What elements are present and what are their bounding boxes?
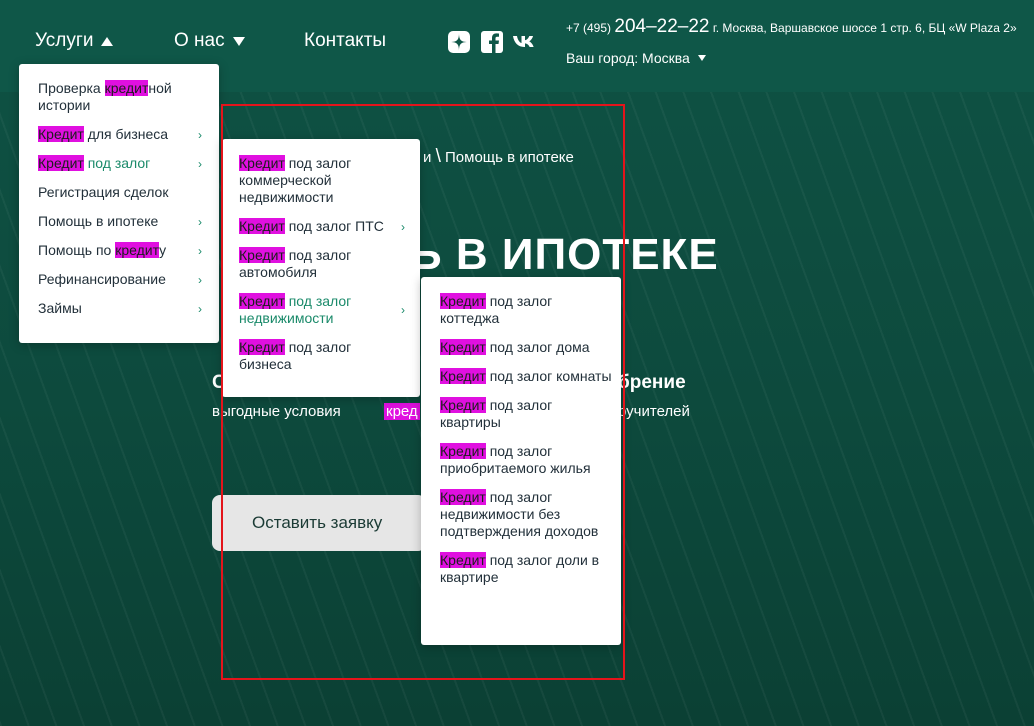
city-label: Ваш город: Москва [566, 50, 690, 66]
menu-item-text: под залог [83, 155, 151, 171]
feature-2-text: ручителей [618, 403, 690, 420]
services-dropdown: Проверка кредитной истории Кредит для би… [19, 64, 219, 343]
search-highlight: кредит [104, 80, 149, 96]
menu-item-room[interactable]: Кредит под залог комнаты [440, 368, 612, 385]
menu-item-deal-registration[interactable]: Регистрация сделок [38, 184, 208, 201]
facebook-icon[interactable] [480, 30, 504, 54]
menu-item-refinancing[interactable]: Рефинансирование › [38, 271, 208, 288]
search-highlight: Кредит [440, 489, 486, 505]
menu-item-car[interactable]: Кредит под залог автомобиля [239, 247, 411, 281]
vk-icon[interactable] [512, 30, 536, 54]
chevron-right-icon: › [401, 303, 405, 317]
chevron-right-icon: › [198, 157, 202, 171]
nav-about-label: О нас [174, 30, 225, 51]
menu-item-house[interactable]: Кредит под залог дома [440, 339, 612, 356]
menu-item-apartment-share[interactable]: Кредит под залог доли в квартире [440, 552, 612, 586]
contact-line: +7 (495) 204–22–22 г. Москва, Варшавское… [566, 16, 1017, 38]
menu-item-text: под залог комнаты [485, 368, 612, 384]
breadcrumb: и \ Помощь в ипотеке [423, 146, 574, 168]
chevron-right-icon: › [198, 215, 202, 229]
chevron-right-icon: › [198, 273, 202, 287]
menu-item-credit-history[interactable]: Проверка кредитной истории [38, 80, 208, 114]
search-highlight: Кредит [239, 155, 285, 171]
breadcrumb-separator: \ [435, 146, 441, 167]
menu-item-text: под залог дома [485, 339, 590, 355]
menu-item-real-estate[interactable]: Кредит под залог недвижимости › [239, 293, 411, 327]
search-highlight: Кредит [239, 247, 285, 263]
feature-2-heading: брение [618, 372, 686, 393]
chevron-right-icon: › [401, 220, 405, 234]
search-highlight: кредит [115, 242, 160, 258]
menu-item-text: Проверка [38, 80, 105, 96]
nav-about[interactable]: О нас [174, 30, 245, 52]
menu-item-credit-help[interactable]: Помощь по кредиту › [38, 242, 208, 259]
nav-contacts[interactable]: Контакты [304, 30, 386, 52]
menu-item-commercial-property[interactable]: Кредит под залог коммерческой недвижимос… [239, 155, 411, 206]
menu-item-text: Рефинансирование [38, 271, 166, 287]
real-estate-submenu: Кредит под залог коттеджа Кредит под зал… [421, 277, 621, 645]
city-selector[interactable]: Ваш город: Москва [566, 50, 706, 66]
secured-credit-submenu: Кредит под залог коммерческой недвижимос… [222, 139, 420, 397]
feature-1-text: выгодные условия [212, 403, 341, 420]
search-highlight: Кредит [239, 218, 285, 234]
submit-request-button[interactable]: Оставить заявку [212, 495, 426, 551]
menu-item-cottage[interactable]: Кредит под залог коттеджа [440, 293, 612, 327]
search-highlight: Кредит [440, 368, 486, 384]
menu-item-mortgage-help[interactable]: Помощь в ипотеке › [38, 213, 208, 230]
menu-item-text: Помощь по [38, 242, 116, 258]
caret-down-icon [232, 36, 245, 46]
menu-item-text: Займы [38, 300, 82, 316]
menu-item-business[interactable]: Кредит под залог бизнеса [239, 339, 411, 373]
menu-item-text: Регистрация сделок [38, 184, 169, 200]
zen-icon[interactable] [447, 30, 471, 54]
menu-item-purchased-housing[interactable]: Кредит под залог приобритаемого жилья [440, 443, 612, 477]
page-title: ь в ипотеке [410, 230, 719, 279]
menu-item-text: у [159, 242, 167, 258]
menu-item-text: для бизнеса [83, 126, 169, 142]
chevron-right-icon: › [198, 244, 202, 258]
search-highlight: Кредит [239, 293, 285, 309]
search-highlight: Кредит [38, 155, 84, 171]
feature-3-text: кред [384, 403, 420, 420]
menu-item-text: под залог ПТС [284, 218, 384, 234]
phone-prefix: +7 (495) [566, 21, 612, 35]
chevron-right-icon: › [198, 128, 202, 142]
chevron-down-icon [697, 55, 706, 61]
phone-number[interactable]: 204–22–22 [614, 16, 709, 37]
menu-item-secured-credit[interactable]: Кредит под залог › [38, 155, 208, 172]
search-highlight: Кредит [440, 293, 486, 309]
nav-services-label: Услуги [35, 30, 94, 51]
breadcrumb-part[interactable]: и [423, 149, 431, 166]
search-highlight: Кредит [440, 552, 486, 568]
search-highlight: Кредит [440, 339, 486, 355]
office-address: г. Москва, Варшавское шоссе 1 стр. 6, БЦ… [712, 21, 1017, 35]
search-highlight: Кредит [440, 397, 486, 413]
menu-item-loans[interactable]: Займы › [38, 300, 208, 317]
search-highlight: Кредит [239, 339, 285, 355]
nav-contacts-label: Контакты [304, 30, 387, 51]
menu-item-business-credit[interactable]: Кредит для бизнеса › [38, 126, 208, 143]
caret-up-icon [101, 36, 114, 46]
menu-item-pts[interactable]: Кредит под залог ПТС › [239, 218, 411, 235]
menu-item-text: Помощь в ипотеке [38, 213, 159, 229]
nav-services[interactable]: Услуги [35, 30, 114, 52]
menu-item-apartment[interactable]: Кредит под залог квартиры [440, 397, 612, 431]
breadcrumb-current: Помощь в ипотеке [445, 149, 574, 166]
chevron-right-icon: › [198, 302, 202, 316]
search-highlight: Кредит [38, 126, 84, 142]
menu-item-no-income-proof[interactable]: Кредит под залог недвижимости без подтве… [440, 489, 612, 540]
search-highlight: Кредит [440, 443, 486, 459]
